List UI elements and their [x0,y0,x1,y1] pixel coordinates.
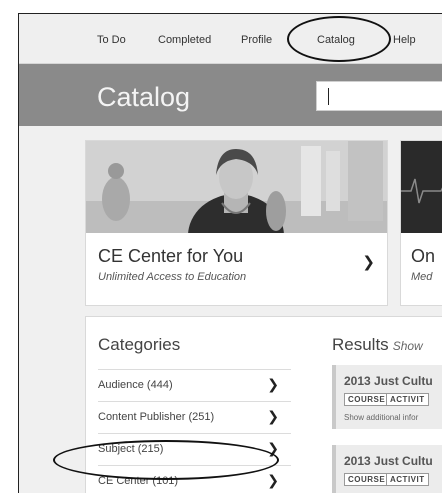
course-badge: COURSE [344,473,390,486]
results-heading: Results Show [332,335,423,355]
nav-item-help[interactable]: Help [393,34,416,46]
feature-card-second[interactable]: On Med [400,140,442,306]
category-label: Content Publisher (251) [98,411,215,423]
nav-item-completed[interactable]: Completed [158,34,211,46]
course-badge: COURSE [344,393,390,406]
show-label[interactable]: Show [393,339,423,353]
monitor-photo [401,141,442,233]
card-title: CE Center for You [98,246,244,266]
chevron-right-icon: ❯ [267,408,279,424]
result-title[interactable]: 2013 Just Cultu [344,374,433,388]
result-item[interactable]: 2013 Just Cultu COURSE ACTIVIT [332,445,442,493]
chevron-right-icon: ❯ [267,376,279,392]
search-input[interactable] [316,81,442,111]
text-cursor [328,88,329,105]
top-navigation: To Do Completed Profile Catalog Help [19,14,442,64]
result-title[interactable]: 2013 Just Cultu [344,454,433,468]
card-title: On [411,246,436,266]
category-label: Audience (444) [98,379,173,391]
show-additional-info-link[interactable]: Show additional infor [344,413,418,422]
category-content-publisher[interactable]: Content Publisher (251) ❯ [98,401,291,433]
nav-item-todo[interactable]: To Do [97,34,126,46]
catalog-annotation-circle [287,16,391,62]
app-window: To Do Completed Profile Catalog Help Cat… [18,13,442,493]
chevron-right-icon: ❯ [267,472,279,488]
nurse-photo [86,141,387,233]
page-title: Catalog [97,82,191,112]
activity-badge: ACTIVIT [386,473,429,486]
categories-heading: Categories [98,335,181,354]
card-subtitle: Med [411,271,433,283]
ce-center-annotation-circle [53,440,279,480]
page-header: Catalog [19,64,442,126]
card-subtitle: Unlimited Access to Education [98,271,247,283]
results-title: Results [332,335,389,354]
category-audience[interactable]: Audience (444) ❯ [98,369,291,401]
feature-card-ce-center[interactable]: CE Center for You Unlimited Access to Ed… [85,140,388,306]
activity-badge: ACTIVIT [386,393,429,406]
result-item[interactable]: 2013 Just Cultu COURSE ACTIVIT Show addi… [332,365,442,429]
chevron-right-icon[interactable]: ❯ [362,253,375,271]
main-content: CE Center for You Unlimited Access to Ed… [19,126,442,493]
nav-item-profile[interactable]: Profile [241,34,272,46]
